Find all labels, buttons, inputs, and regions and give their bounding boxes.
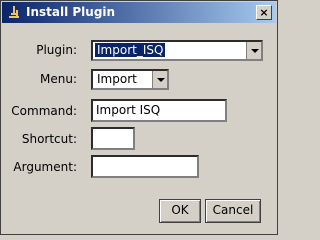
chevron-down-icon[interactable] xyxy=(152,71,167,88)
close-icon: × xyxy=(259,6,269,19)
ok-button[interactable]: OK xyxy=(159,199,201,223)
argument-field[interactable] xyxy=(91,155,199,178)
title-bar[interactable]: Install Plugin × xyxy=(2,2,276,23)
microscope-icon xyxy=(9,6,19,18)
plugin-label: Plugin: xyxy=(36,43,77,57)
menu-select[interactable]: Import xyxy=(91,69,169,90)
argument-label: Argument: xyxy=(13,160,77,174)
install-plugin-dialog: Install Plugin × Plugin: Import_ISQ Menu… xyxy=(0,0,278,235)
menu-selected-value: Import xyxy=(97,72,137,86)
window-title: Install Plugin xyxy=(26,5,116,19)
close-button[interactable]: × xyxy=(256,5,272,20)
command-label: Command: xyxy=(11,104,77,118)
menu-label: Menu: xyxy=(40,72,77,86)
command-value: Import ISQ xyxy=(96,103,161,117)
shortcut-field[interactable] xyxy=(91,127,135,150)
plugin-select[interactable]: Import_ISQ xyxy=(91,40,263,61)
cancel-button[interactable]: Cancel xyxy=(205,199,261,223)
plugin-selected-value: Import_ISQ xyxy=(95,43,166,57)
command-field[interactable]: Import ISQ xyxy=(91,99,227,122)
chevron-down-icon[interactable] xyxy=(246,42,261,59)
shortcut-label: Shortcut: xyxy=(21,132,77,146)
